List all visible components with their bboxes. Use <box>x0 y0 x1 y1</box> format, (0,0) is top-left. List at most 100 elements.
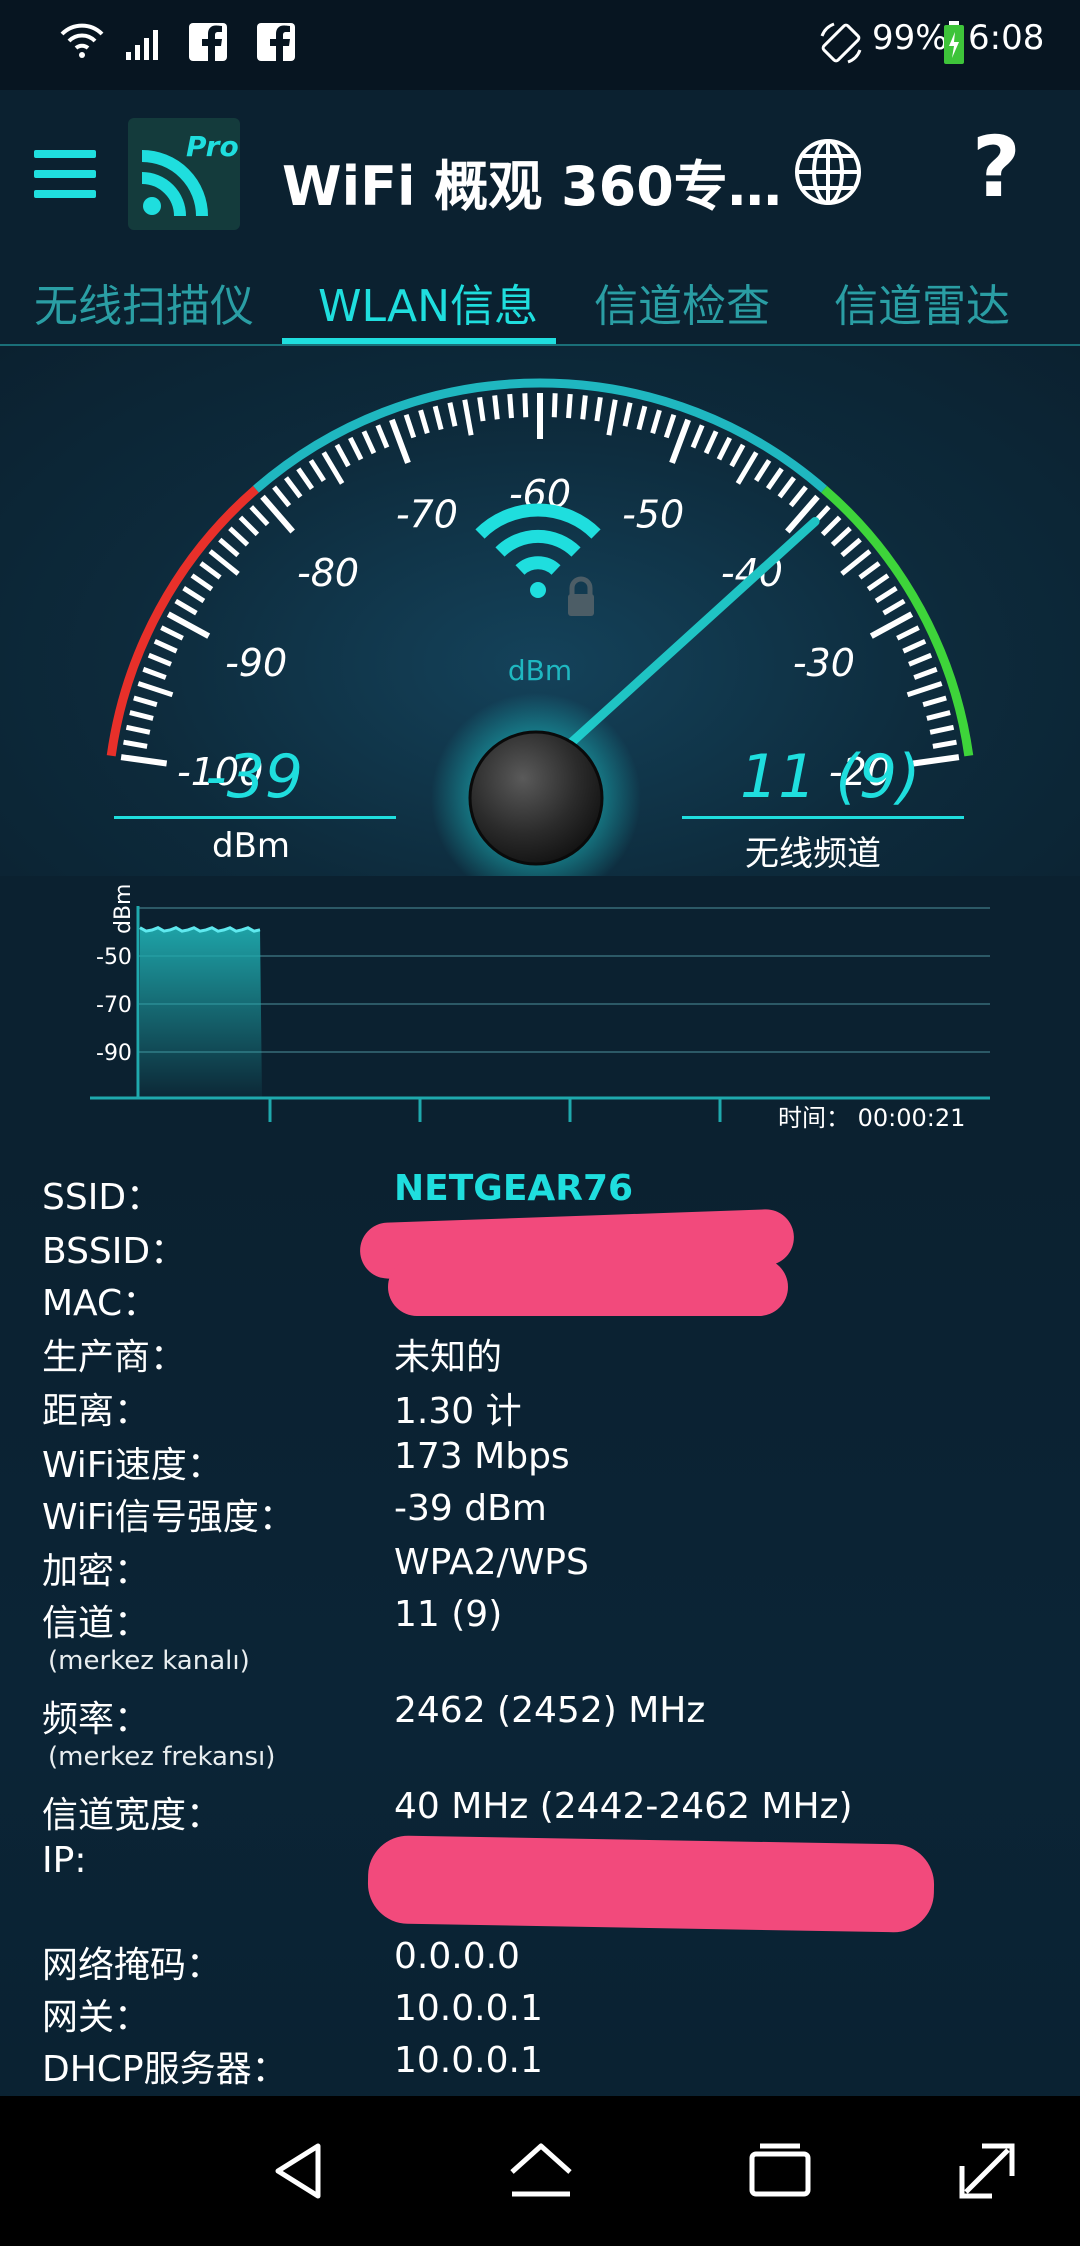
speed-label: WiFi速度： <box>42 1445 223 1486</box>
frequency-value: 2462 (2452) MHz <box>394 1690 706 1731</box>
gauge-tick <box>922 695 947 708</box>
ssid-value: NETGEAR76 <box>394 1168 634 1209</box>
gauge-tick <box>153 638 178 654</box>
vendor-label: 生产商： <box>42 1337 187 1378</box>
signal-caption: dBm <box>212 826 291 866</box>
ssid-label: SSID： <box>42 1177 163 1218</box>
gauge-tick <box>840 537 862 558</box>
gauge-tick <box>361 430 377 455</box>
gateway-value: 10.0.0.1 <box>394 1988 543 2029</box>
gauge-tick <box>284 476 303 499</box>
clock: 6:08 <box>968 18 1045 58</box>
recents-icon[interactable] <box>746 2136 816 2206</box>
tab-channel-check[interactable]: 信道检查 <box>594 270 770 334</box>
gauge-tick <box>874 585 898 604</box>
history-area <box>140 927 262 1098</box>
history-time: 时间： 00:00:21 <box>778 1104 965 1132</box>
globe-icon[interactable] <box>792 136 864 208</box>
channel-value: 11 (9) <box>740 742 921 812</box>
gauge-tick <box>522 393 529 418</box>
speed-value: 173 Mbps <box>394 1436 570 1477</box>
gauge-tick <box>663 413 677 439</box>
gauge-tick <box>296 467 315 490</box>
wlan-details: SSID： NETGEAR76 BSSID： MAC： 生产商： 未知的 距离：… <box>0 1146 1080 2096</box>
help-icon[interactable]: ? <box>972 118 1021 216</box>
gauge-tick <box>636 405 648 431</box>
signal-underline <box>114 816 396 819</box>
gauge-tick <box>788 485 808 508</box>
vendor-value: 未知的 <box>394 1337 503 1378</box>
status-bar: 99% 6:08 <box>0 0 1080 90</box>
gauge-tick <box>238 515 260 537</box>
gauge-tick <box>147 652 172 667</box>
history-y-ticks: -50 -70 -90 <box>96 945 132 1066</box>
gauge-knob <box>468 730 604 866</box>
mac-label: MAC： <box>42 1283 159 1324</box>
gauge-tick <box>403 413 417 439</box>
gauge-tick <box>190 573 214 592</box>
gauge-tick <box>447 402 458 427</box>
netmask-label: 网络掩码： <box>42 1945 223 1986</box>
distance-label: 距离： <box>42 1391 151 1432</box>
gauge-tick <box>566 393 573 419</box>
facebook-icon <box>189 23 227 62</box>
expand-icon[interactable] <box>952 2136 1022 2206</box>
encryption-label: 加密： <box>42 1551 151 1592</box>
gauge-tick <box>830 526 852 547</box>
cell-signal-icon <box>126 30 158 60</box>
navigation-bar <box>0 2096 1080 2246</box>
app-bar: Pro WiFi 概观 360专… ? <box>0 90 1080 260</box>
gauge-tick <box>228 526 250 547</box>
home-icon[interactable] <box>506 2136 576 2206</box>
tab-bar: 无线扫描仪 WLAN信息 信道检查 信道雷达 <box>0 260 1080 347</box>
channel-underline <box>682 816 964 819</box>
gauge-tick-label: -70 <box>396 492 458 536</box>
gauge-tick <box>906 681 943 698</box>
gauge-tick <box>129 710 154 721</box>
channel-info-value: 11 (9) <box>394 1594 503 1635</box>
gauge-tick <box>669 418 691 464</box>
strength-label: WiFi信号强度： <box>42 1497 295 1538</box>
gauge-tick <box>866 573 890 592</box>
gauge-tick <box>477 396 486 422</box>
signal-history: -50 -70 -90 dBm 时间： 00:00:21 <box>0 876 1080 1146</box>
signal-gauge: -100-90-80-70-60-50-40-30-20 dBm -39 dBm… <box>0 346 1080 876</box>
gauge-tick <box>375 424 390 449</box>
gauge-tick <box>160 625 184 641</box>
gauge-tick <box>913 666 938 680</box>
gauge-unit: dBm <box>508 654 572 687</box>
width-value: 40 MHz (2442-2462 MHz) <box>394 1786 853 1827</box>
back-icon[interactable] <box>264 2136 334 2206</box>
gauge-tick <box>703 430 719 455</box>
tab-wlan-info[interactable]: WLAN信息 <box>318 270 538 334</box>
gauge-tick <box>896 625 920 641</box>
gauge-tick <box>754 459 772 482</box>
gauge-tick <box>125 724 151 735</box>
gauge-tick <box>142 666 167 680</box>
gauge-tick <box>492 395 500 420</box>
channel-sub: (merkez kanalı) <box>48 1646 250 1676</box>
netmask-value: 0.0.0.0 <box>394 1936 520 1977</box>
strength-value: -39 dBm <box>394 1488 547 1529</box>
tab-wireless-scanner[interactable]: 无线扫描仪 <box>34 270 254 334</box>
distance-value: 1.30 计 <box>394 1391 522 1432</box>
gauge-tick <box>929 724 955 735</box>
gauge-tick <box>765 467 784 490</box>
menu-icon[interactable] <box>34 148 98 200</box>
gauge-tick <box>606 399 618 436</box>
encryption-value: WPA2/WPS <box>394 1542 589 1583</box>
gauge-tick <box>716 436 732 461</box>
gauge-tick <box>249 505 270 527</box>
gauge-tick <box>137 681 174 698</box>
logo-badge: Pro <box>186 130 239 163</box>
history-chart: -50 -70 -90 dBm 时间： 00:00:21 <box>90 884 990 1132</box>
gauge-tick <box>882 598 906 616</box>
gauge-tick <box>432 405 444 431</box>
dhcp-label: DHCP服务器： <box>42 2049 288 2090</box>
gauge-tick <box>272 485 292 508</box>
app-logo-icon: Pro <box>128 118 240 230</box>
facebook-icon <box>257 23 295 62</box>
tab-channel-radar[interactable]: 信道雷达 <box>834 270 1010 334</box>
gauge-tick <box>133 695 158 708</box>
gauge-tick <box>348 436 364 461</box>
